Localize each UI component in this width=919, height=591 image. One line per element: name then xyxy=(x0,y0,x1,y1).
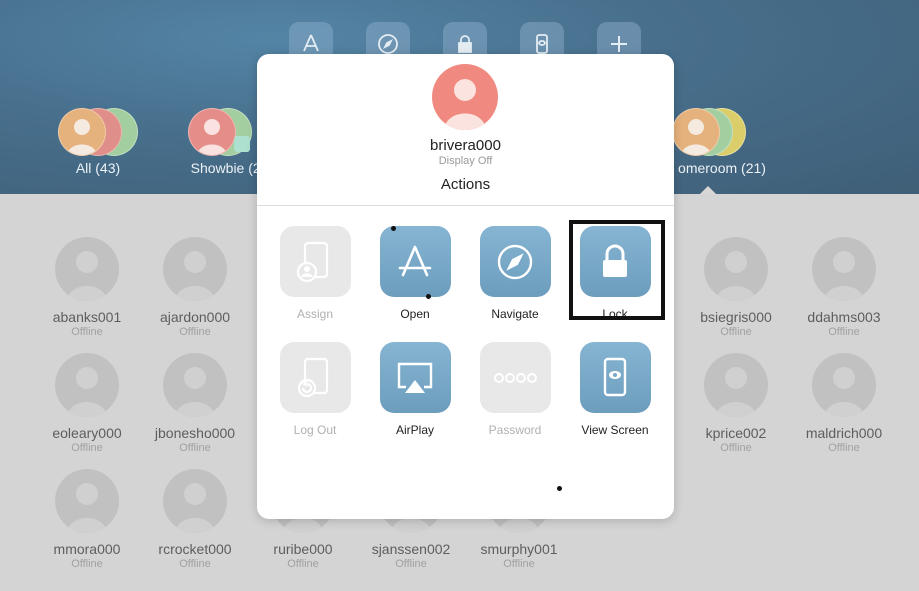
password-button[interactable]: Password xyxy=(465,342,565,437)
action-label: Log Out xyxy=(293,423,337,437)
action-label: Password xyxy=(488,423,542,437)
action-label: Navigate xyxy=(491,307,539,321)
password-dots-icon xyxy=(479,342,551,413)
marker-dot xyxy=(391,226,396,231)
marker-dot xyxy=(426,294,431,299)
student-actions-popover: brivera000 Display Off Actions Assign Op… xyxy=(257,54,674,519)
view-screen-button[interactable]: View Screen xyxy=(565,342,665,437)
lock-highlight-box xyxy=(569,220,665,320)
open-app-button[interactable]: Open xyxy=(365,226,465,321)
log-out-icon xyxy=(279,342,351,413)
action-label: Assign xyxy=(296,307,334,321)
navigate-button[interactable]: Navigate xyxy=(465,226,565,321)
assign-button[interactable]: Assign xyxy=(265,226,365,321)
assign-icon xyxy=(279,226,351,297)
app-store-icon xyxy=(379,226,451,297)
marker-dot xyxy=(557,486,562,491)
action-label: View Screen xyxy=(581,423,649,437)
action-label: AirPlay xyxy=(395,423,434,437)
divider xyxy=(257,205,674,206)
airplay-button[interactable]: AirPlay xyxy=(365,342,465,437)
student-username: brivera000 xyxy=(430,137,501,154)
student-display-status: Display Off xyxy=(438,155,493,167)
airplay-icon xyxy=(379,342,451,413)
actions-title: Actions xyxy=(440,176,491,193)
action-label: Open xyxy=(400,307,430,321)
view-screen-icon xyxy=(579,342,651,413)
student-avatar xyxy=(432,64,498,130)
compass-icon xyxy=(479,226,551,297)
log-out-button[interactable]: Log Out xyxy=(265,342,365,437)
